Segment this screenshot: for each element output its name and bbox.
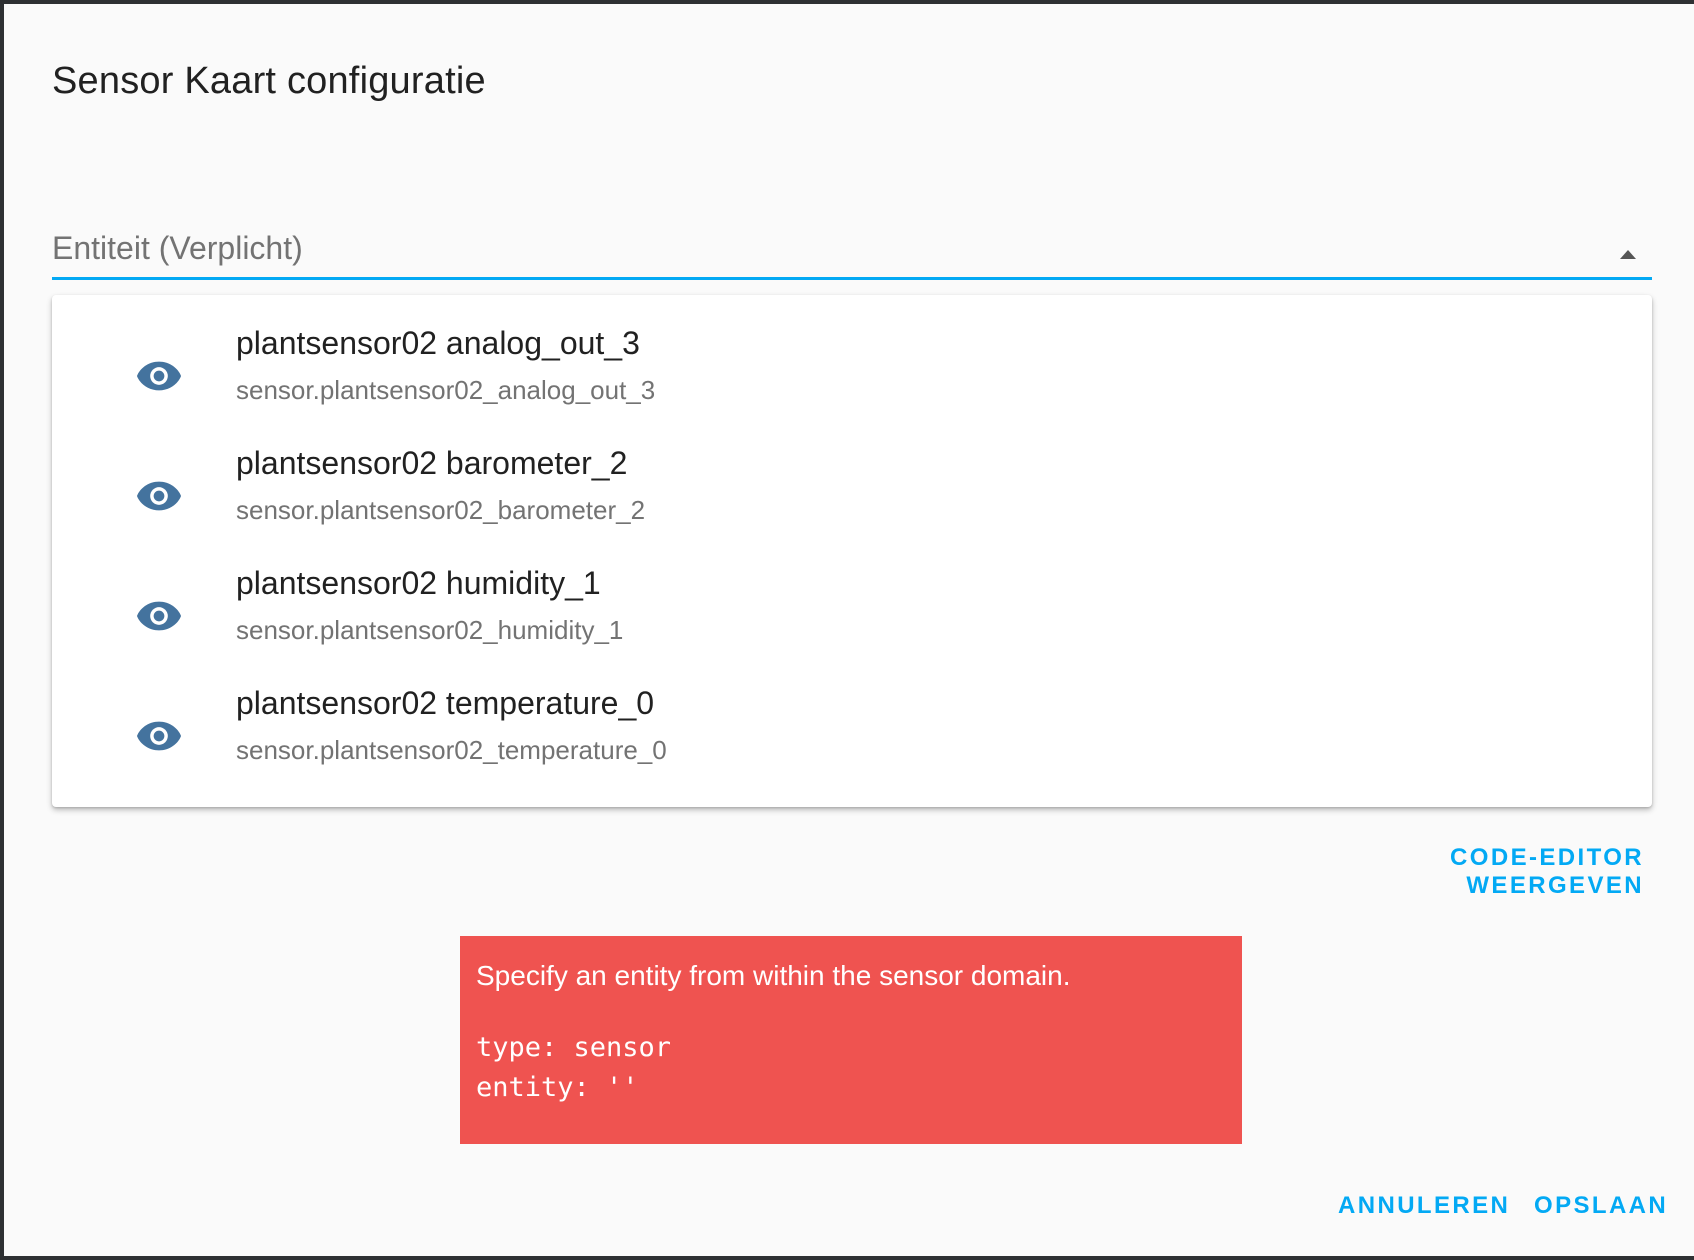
entity-option-humidity-1[interactable]: plantsensor02 humidity_1 sensor.plantsen… bbox=[52, 559, 1652, 679]
entity-option-name: plantsensor02 analog_out_3 bbox=[236, 325, 640, 361]
entity-option-name: plantsensor02 temperature_0 bbox=[236, 685, 655, 721]
cancel-button[interactable]: ANNULEREN bbox=[1338, 1184, 1510, 1228]
entity-option-name: plantsensor02 barometer_2 bbox=[236, 445, 628, 481]
card-config-dialog: Sensor Kaart configuratie Entiteit (Verp… bbox=[4, 4, 1694, 1256]
entity-option-temperature-0[interactable]: plantsensor02 temperature_0 sensor.plant… bbox=[52, 679, 1652, 799]
entity-option-barometer-2[interactable]: plantsensor02 barometer_2 sensor.plantse… bbox=[52, 439, 1652, 559]
entity-option-id: sensor.plantsensor02_analog_out_3 bbox=[236, 375, 656, 405]
eye-icon bbox=[136, 721, 182, 751]
eye-icon bbox=[136, 361, 182, 391]
entity-option-analog-out-3[interactable]: plantsensor02 analog_out_3 sensor.plants… bbox=[52, 319, 1652, 439]
eye-icon bbox=[136, 601, 182, 631]
entity-option-id: sensor.plantsensor02_barometer_2 bbox=[236, 495, 646, 525]
entity-dropdown-list: plantsensor02 analog_out_3 sensor.plants… bbox=[52, 295, 1652, 807]
entity-option-id: sensor.plantsensor02_temperature_0 bbox=[236, 735, 667, 765]
dialog-title: Sensor Kaart configuratie bbox=[52, 60, 486, 102]
error-card: Specify an entity from within the sensor… bbox=[460, 936, 1242, 1144]
entity-select-field[interactable]: Entiteit (Verplicht) bbox=[52, 214, 1652, 280]
show-code-editor-button[interactable]: CODE-EDITOR WEERGEVEN bbox=[1274, 844, 1644, 899]
entity-field-label: Entiteit (Verplicht) bbox=[52, 230, 303, 266]
entity-option-name: plantsensor02 humidity_1 bbox=[236, 565, 601, 601]
save-button[interactable]: OPSLAAN bbox=[1534, 1184, 1668, 1228]
error-config-code: type: sensor entity: '' bbox=[476, 1032, 672, 1104]
caret-up-icon[interactable] bbox=[1620, 250, 1636, 259]
eye-icon bbox=[136, 481, 182, 511]
entity-option-id: sensor.plantsensor02_humidity_1 bbox=[236, 615, 624, 645]
error-message: Specify an entity from within the sensor… bbox=[476, 960, 1071, 991]
